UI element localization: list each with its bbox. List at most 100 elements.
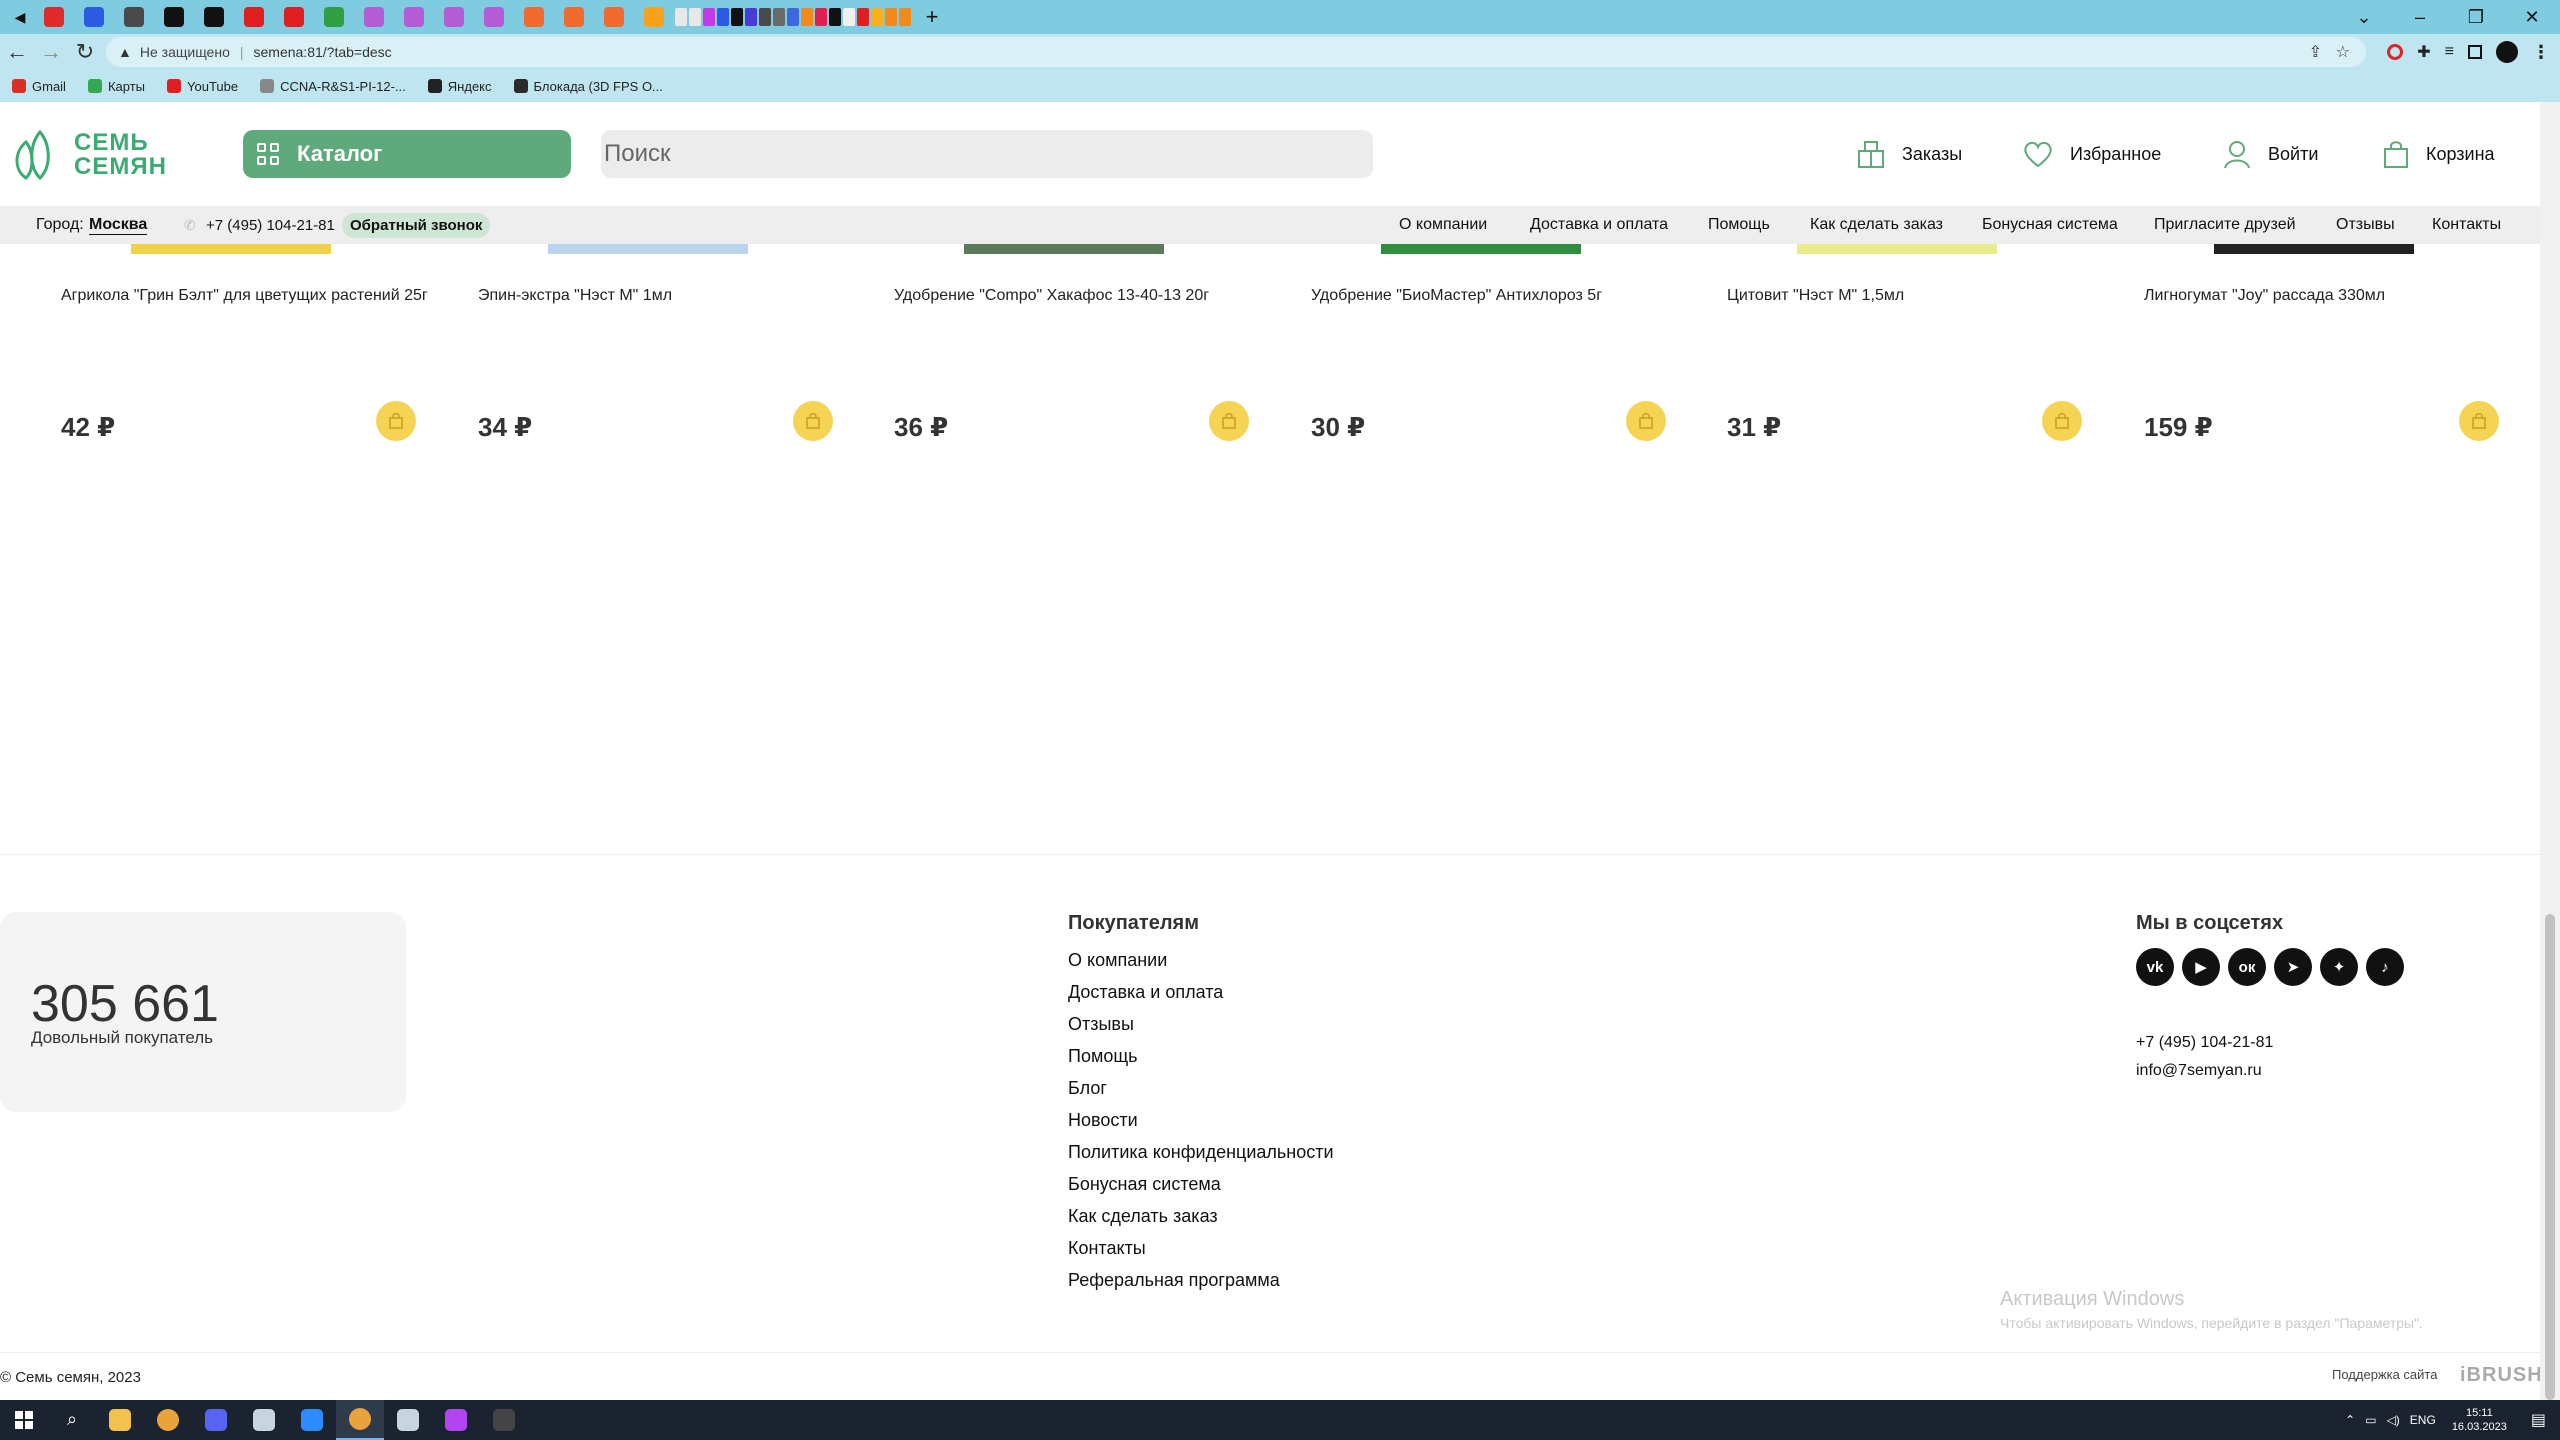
developer-logo[interactable]: iBRUSH	[2460, 1364, 2543, 1387]
logo[interactable]: СЕМЬ СЕМЯН	[12, 130, 167, 180]
top-menu-link[interactable]: Доставка и оплата	[1530, 206, 1668, 244]
volume-icon[interactable]: ◁)	[2387, 1413, 2400, 1427]
url-text[interactable]: semena:81/?tab=desc	[254, 44, 392, 60]
browser-tab[interactable]	[354, 0, 394, 34]
avatar[interactable]	[2496, 41, 2518, 63]
chevron-up-icon[interactable]: ⌃	[2345, 1413, 2355, 1427]
telegram-icon[interactable]: ➤	[2274, 948, 2312, 986]
odnoklassniki-icon[interactable]: ок	[2228, 948, 2266, 986]
tab-search-icon[interactable]: ◀	[6, 0, 34, 34]
top-menu-link[interactable]: Отзывы	[2336, 206, 2395, 244]
vk-icon[interactable]: vk	[2136, 948, 2174, 986]
browser-tab[interactable]	[274, 0, 314, 34]
bookmark-item[interactable]: YouTube	[167, 79, 238, 94]
top-menu-link[interactable]: Бонусная система	[1982, 206, 2118, 244]
catalog-button[interactable]: Каталог	[243, 130, 571, 178]
browser-tab[interactable]	[474, 0, 514, 34]
footer-link[interactable]: Реферальная программа	[1068, 1270, 1280, 1291]
taskbar-app-terminal[interactable]	[480, 1400, 528, 1440]
footer-link[interactable]: О компании	[1068, 950, 1167, 971]
product-image[interactable]	[1381, 244, 1581, 254]
header-phone[interactable]: +7 (495) 104-21-81	[206, 217, 335, 234]
taskbar-app-steam[interactable]	[240, 1400, 288, 1440]
footer-link[interactable]: Как сделать заказ	[1068, 1206, 1218, 1227]
browser-tab[interactable]	[434, 0, 474, 34]
youtube-icon[interactable]: ▶	[2182, 948, 2220, 986]
sidebar-icon[interactable]	[2468, 45, 2482, 59]
product-card[interactable]: Лигногумат "Joy" рассада 330мл 159 ₽	[2144, 244, 2560, 454]
taskbar-search-button[interactable]: ⌕	[48, 1400, 96, 1440]
maximize-button[interactable]: ❐	[2448, 0, 2504, 34]
add-to-cart-button[interactable]	[1209, 401, 1249, 441]
product-image[interactable]	[964, 244, 1164, 254]
product-card[interactable]: Удобрение "БиоМастер" Антихлороз 5г 30 ₽	[1311, 244, 1727, 454]
city-value[interactable]: Москва	[89, 216, 148, 235]
bookmark-item[interactable]: Блокада (3D FPS О...	[513, 79, 663, 94]
taskbar-app-steam-2[interactable]	[384, 1400, 432, 1440]
tiktok-icon[interactable]: ♪	[2366, 948, 2404, 986]
browser-tab[interactable]	[594, 0, 634, 34]
product-name[interactable]: Агрикола "Грин Бэлт" для цветущих растен…	[61, 284, 441, 308]
footer-link[interactable]: Помощь	[1068, 1046, 1138, 1067]
dzen-icon[interactable]: ✦	[2320, 948, 2358, 986]
browser-tab[interactable]	[234, 0, 274, 34]
reload-button[interactable]: ↻	[68, 34, 102, 70]
product-name[interactable]: Цитовит "Нэст М" 1,5мл	[1727, 284, 2107, 308]
browser-tab[interactable]	[730, 0, 744, 34]
taskbar-app-chrome-active[interactable]	[336, 1400, 384, 1440]
bookmark-star-icon[interactable]: ☆	[2336, 42, 2350, 62]
opera-extension-icon[interactable]	[2387, 44, 2404, 60]
browser-tab[interactable]	[800, 0, 814, 34]
browser-tab[interactable]	[634, 0, 674, 34]
browser-tab[interactable]	[34, 0, 74, 34]
product-image[interactable]	[2214, 244, 2414, 254]
browser-tab[interactable]	[744, 0, 758, 34]
top-menu-link[interactable]: Помощь	[1708, 206, 1770, 244]
footer-link[interactable]: Блог	[1068, 1078, 1107, 1099]
browser-tab[interactable]	[74, 0, 114, 34]
taskbar-app-file-explorer[interactable]	[96, 1400, 144, 1440]
notifications-icon[interactable]: ▤	[2531, 1410, 2546, 1430]
add-to-cart-button[interactable]	[2459, 401, 2499, 441]
product-image[interactable]	[1797, 244, 1997, 254]
footer-link[interactable]: Бонусная система	[1068, 1174, 1221, 1195]
footer-link[interactable]: Новости	[1068, 1110, 1138, 1131]
top-menu-link[interactable]: Пригласите друзей	[2154, 206, 2296, 244]
browser-tab[interactable]	[842, 0, 856, 34]
footer-phone[interactable]: +7 (495) 104-21-81	[2136, 1034, 2273, 1052]
footer-link[interactable]: Отзывы	[1068, 1014, 1134, 1035]
product-name[interactable]: Лигногумат "Joy" рассада 330мл	[2144, 284, 2524, 308]
scrollbar-thumb[interactable]	[2545, 914, 2555, 1400]
footer-email[interactable]: info@7semyan.ru	[2136, 1062, 2262, 1080]
product-name[interactable]: Удобрение "Compo" Хакафос 13-40-13 20г	[894, 284, 1274, 308]
add-to-cart-button[interactable]	[793, 401, 833, 441]
search-input[interactable]: Поиск	[601, 130, 1373, 178]
omnibox[interactable]: ▲ Не защищено | semena:81/?tab=desc ⇪ ☆	[106, 37, 2366, 67]
product-card[interactable]: Цитовит "Нэст М" 1,5мл 31 ₽	[1727, 244, 2143, 454]
browser-tab[interactable]	[786, 0, 800, 34]
network-icon[interactable]: ▭	[2365, 1413, 2376, 1427]
browser-tab[interactable]	[688, 0, 702, 34]
product-card[interactable]: Агрикола "Грин Бэлт" для цветущих растен…	[61, 244, 477, 454]
new-tab-button[interactable]: +	[912, 0, 952, 34]
browser-tab[interactable]	[394, 0, 434, 34]
share-icon[interactable]: ⇪	[2309, 42, 2322, 62]
browser-tab[interactable]	[772, 0, 786, 34]
top-menu-link[interactable]: Как сделать заказ	[1810, 206, 1943, 244]
browser-tab[interactable]	[856, 0, 870, 34]
browser-tab[interactable]	[898, 0, 912, 34]
clock[interactable]: 15:11 16.03.2023	[2452, 1406, 2507, 1434]
puzzle-icon[interactable]: ✚	[2417, 42, 2430, 62]
taskbar-app-chrome[interactable]	[144, 1400, 192, 1440]
top-menu-link[interactable]: Контакты	[2432, 206, 2501, 244]
browser-tab[interactable]	[554, 0, 594, 34]
browser-tab[interactable]	[828, 0, 842, 34]
browser-tab[interactable]	[884, 0, 898, 34]
taskbar-app-zoom[interactable]	[288, 1400, 336, 1440]
browser-tab[interactable]	[870, 0, 884, 34]
product-card[interactable]: Удобрение "Compo" Хакафос 13-40-13 20г 36…	[894, 244, 1310, 454]
close-button[interactable]: ✕	[2504, 0, 2560, 34]
bookmark-item[interactable]: Яндекс	[427, 79, 492, 94]
minimize-button[interactable]: –	[2392, 0, 2448, 34]
top-menu-link[interactable]: О компании	[1399, 206, 1487, 244]
